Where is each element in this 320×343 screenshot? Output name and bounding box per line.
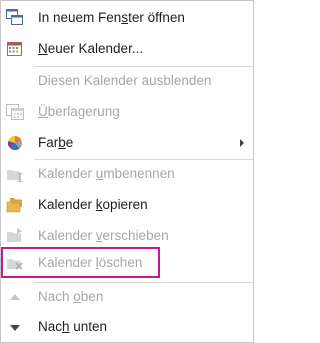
window-icon	[5, 8, 25, 28]
menu-item-label: Neuer Kalender...	[38, 41, 144, 56]
rename-folder-icon	[5, 164, 25, 184]
calendar-icon	[5, 39, 25, 59]
menu-item-label: Farbe	[38, 135, 74, 150]
menu-item-move-down[interactable]: Nach unten	[1, 315, 253, 339]
color-palette-icon	[5, 133, 25, 153]
menu-separator	[34, 66, 253, 67]
chevron-right-icon	[240, 139, 244, 147]
triangle-down-icon	[5, 317, 25, 337]
menu-separator	[34, 282, 253, 283]
menu-item-label: Nach unten	[38, 319, 108, 334]
overlay-icon	[5, 102, 25, 122]
calendar-context-menu: In neuem Fenster öffnen Neuer Kalender..…	[0, 0, 254, 343]
menu-item-color[interactable]: Farbe	[1, 131, 253, 155]
menu-item-rename-calendar[interactable]: Kalender umbenennen	[1, 162, 253, 186]
triangle-up-icon	[5, 287, 25, 307]
menu-item-overlay[interactable]: Überlagerung	[1, 100, 253, 124]
move-folder-icon	[5, 226, 25, 246]
menu-item-label: Diesen Kalender ausblenden	[38, 73, 212, 88]
copy-folder-icon	[5, 195, 25, 215]
menu-item-label: Kalender kopieren	[38, 197, 148, 212]
menu-item-move-up[interactable]: Nach oben	[1, 285, 253, 309]
menu-item-open-new-window[interactable]: In neuem Fenster öffnen	[1, 6, 253, 30]
menu-item-label: Kalender verschieben	[38, 228, 169, 243]
menu-item-new-calendar[interactable]: Neuer Kalender...	[1, 37, 253, 61]
menu-item-move-calendar[interactable]: Kalender verschieben	[1, 224, 253, 248]
menu-item-label: Nach oben	[38, 289, 104, 304]
menu-item-label: Kalender umbenennen	[38, 166, 175, 181]
highlight-box	[1, 247, 160, 278]
menu-item-label: Überlagerung	[38, 104, 120, 119]
menu-item-copy-calendar[interactable]: Kalender kopieren	[1, 193, 253, 217]
menu-separator	[34, 159, 253, 160]
menu-item-hide-calendar[interactable]: Diesen Kalender ausblenden	[1, 69, 253, 93]
menu-item-label: In neuem Fenster öffnen	[38, 10, 185, 25]
